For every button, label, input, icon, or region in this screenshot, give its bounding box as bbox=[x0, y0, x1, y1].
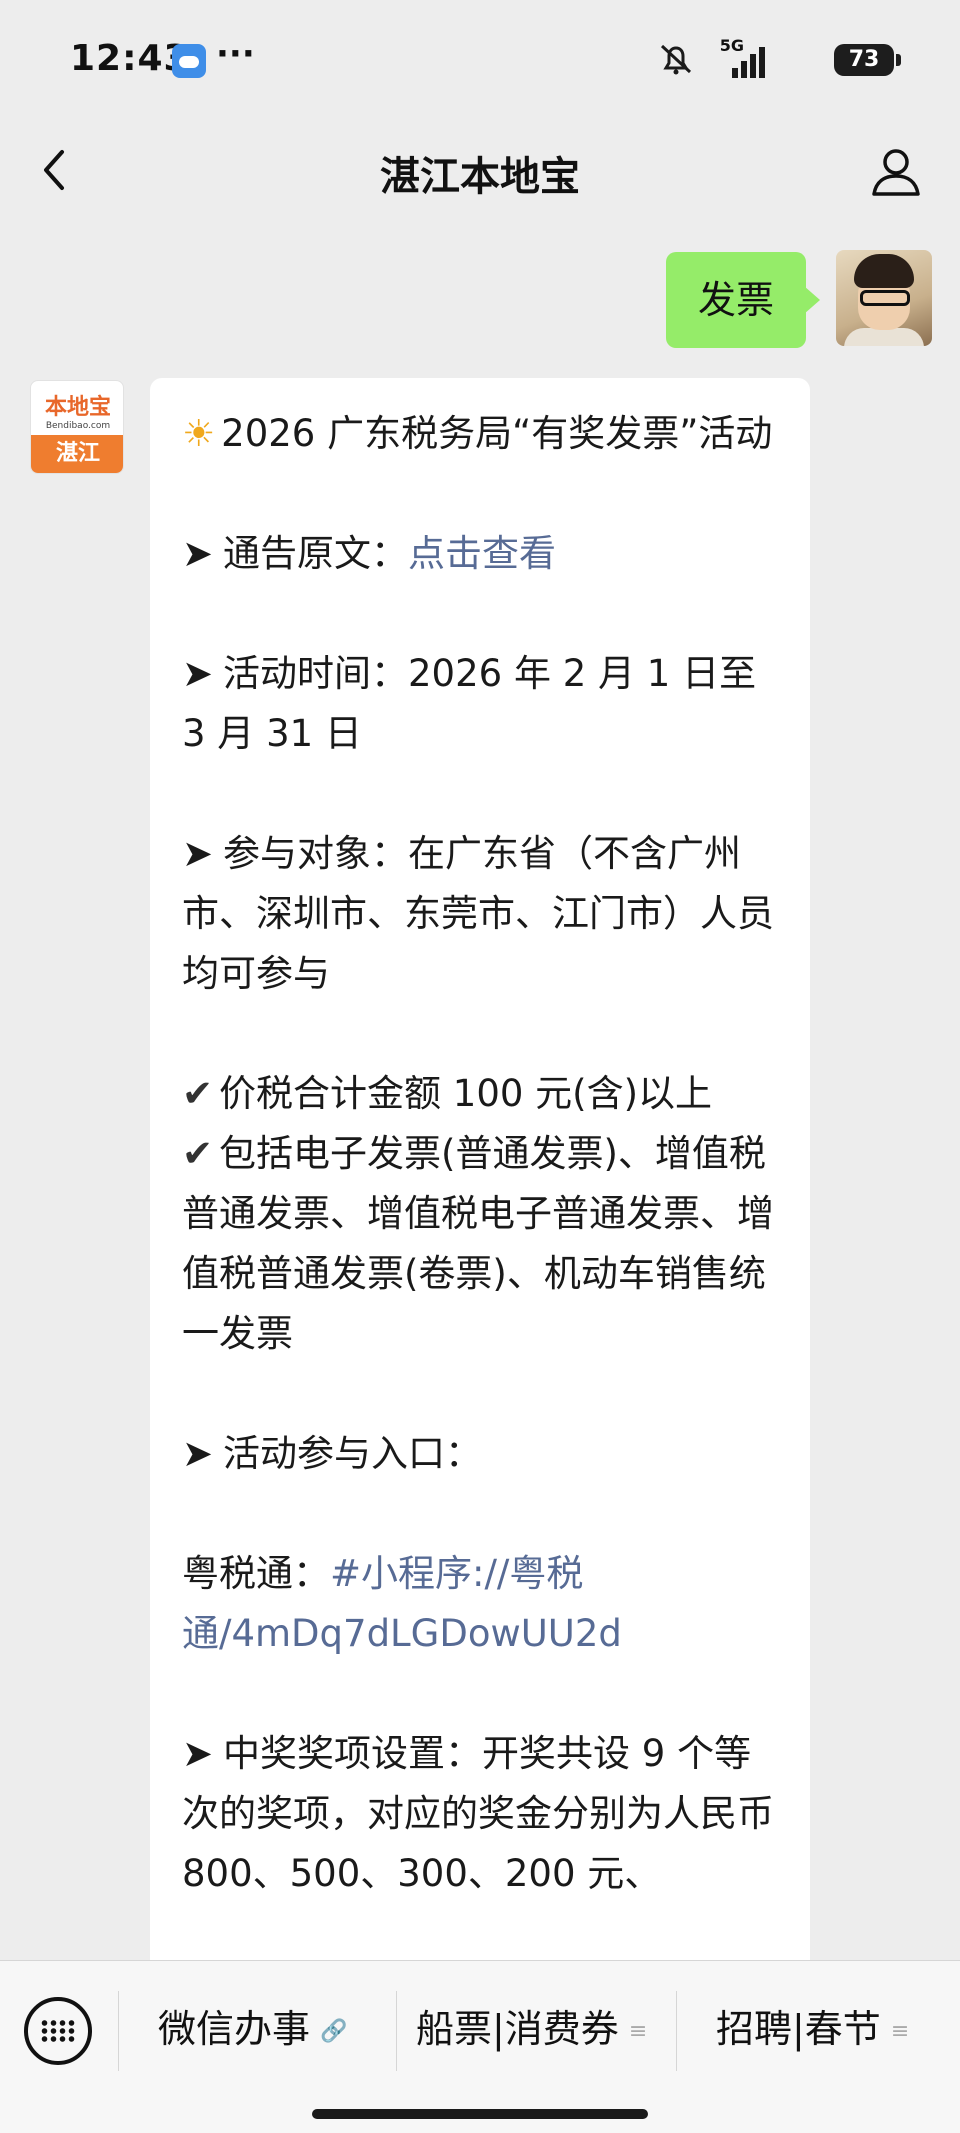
official-account-profile-icon[interactable] bbox=[866, 142, 926, 202]
menu-divider bbox=[118, 1991, 119, 2071]
sun-icon: ☀ bbox=[182, 412, 216, 455]
yueshui-line: 粤税通：#小程序://粤税通/4mDq7dLGDowUU2d bbox=[182, 1544, 780, 1664]
menu-item-wechat-services[interactable]: 微信办事 🔗 bbox=[158, 1999, 347, 2059]
menu-item-label: 船票|消费券 bbox=[416, 2007, 619, 2051]
arrow-bullet-icon: ➤ bbox=[182, 832, 214, 875]
menu-item-jobs-spring-festival[interactable]: 招聘|春节 ≡ bbox=[716, 1999, 909, 2059]
chat-header: 湛江本地宝 bbox=[0, 120, 960, 224]
user-message-row: 发票 bbox=[632, 250, 932, 350]
arrow-bullet-icon: ➤ bbox=[182, 532, 214, 575]
notice-link[interactable]: 点击查看 bbox=[408, 532, 556, 575]
home-indicator[interactable] bbox=[312, 2109, 648, 2119]
message-title: 2026 广东税务局“有奖发票”活动 bbox=[221, 412, 773, 455]
more-notifications-icon: ··· bbox=[216, 34, 255, 74]
weather-icon bbox=[172, 44, 206, 78]
status-icons: 5G 73 bbox=[654, 38, 901, 82]
arrow-bullet-icon: ➤ bbox=[182, 652, 214, 695]
entry-label: 活动参与入口： bbox=[223, 1432, 483, 1475]
menu-item-label: 微信办事 bbox=[158, 2007, 311, 2051]
menu-item-ferry-coupons[interactable]: 船票|消费券 ≡ bbox=[416, 1999, 647, 2059]
activity-time-line: ➤ 活动时间：2026 年 2 月 1 日至 3 月 31 日 bbox=[182, 644, 780, 764]
prize-line: ➤ 中奖奖项设置：开奖共设 9 个等次的奖项，对应的奖金分别为人民币 800、50… bbox=[182, 1724, 780, 1904]
check-icon: ✔ bbox=[182, 1132, 214, 1175]
user-avatar[interactable] bbox=[836, 250, 932, 346]
arrow-bullet-icon: ➤ bbox=[182, 1432, 214, 1475]
official-account-avatar[interactable]: 本地宝 Bendibao.com 湛江 bbox=[30, 380, 124, 474]
menu-divider bbox=[676, 1991, 677, 2071]
condition-line-1: ✔ 价税合计金额 100 元(含)以上 bbox=[182, 1064, 780, 1124]
notice-label: 通告原文： bbox=[223, 532, 409, 575]
message-title-line: ☀ 2026 广东税务局“有奖发票”活动 bbox=[182, 404, 780, 464]
keyboard-toggle-icon[interactable] bbox=[24, 1997, 92, 2065]
battery-indicator: 73 bbox=[834, 44, 901, 76]
activity-time-text: 活动时间：2026 年 2 月 1 日至 3 月 31 日 bbox=[182, 652, 757, 755]
target-line: ➤ 参与对象：在广东省（不含广州市、深圳市、东莞市、江门市）人员均可参与 bbox=[182, 824, 780, 1004]
entry-line: ➤ 活动参与入口： bbox=[182, 1424, 780, 1484]
mute-bell-icon bbox=[660, 44, 692, 75]
target-text: 参与对象：在广东省（不含广州市、深圳市、东莞市、江门市）人员均可参与 bbox=[182, 832, 774, 995]
link-icon: 🔗 bbox=[320, 2018, 348, 2044]
submenu-icon: ≡ bbox=[890, 2018, 910, 2044]
status-bar: 12:43 ··· 5G 73 bbox=[0, 0, 960, 120]
condition-text-2: 包括电子发票(普通发票)、增值税普通发票、增值税电子普通发票、增值税普通发票(卷… bbox=[182, 1132, 774, 1355]
notice-line: ➤ 通告原文：点击查看 bbox=[182, 524, 780, 584]
bot-message-bubble: ☀ 2026 广东税务局“有奖发票”活动 ➤ 通告原文：点击查看 ➤ 活动时间：202… bbox=[150, 378, 810, 1978]
menu-item-label: 招聘|春节 bbox=[716, 2007, 881, 2051]
avatar-logo-subtext: Bendibao.com bbox=[45, 421, 111, 431]
condition-text-1: 价税合计金额 100 元(含)以上 bbox=[219, 1072, 713, 1115]
submenu-icon: ≡ bbox=[628, 2018, 648, 2044]
user-message-bubble[interactable]: 发票 bbox=[666, 252, 820, 348]
arrow-bullet-icon: ➤ bbox=[182, 1732, 214, 1775]
bottom-menu-bar: 微信办事 🔗 船票|消费券 ≡ 招聘|春节 ≡ bbox=[0, 1960, 960, 2133]
signal-icon bbox=[732, 47, 765, 78]
condition-line-2: ✔ 包括电子发票(普通发票)、增值税普通发票、增值税电子普通发票、增值税普通发票(… bbox=[182, 1124, 780, 1364]
avatar-city-label: 湛江 bbox=[31, 435, 123, 473]
check-icon: ✔ bbox=[182, 1072, 214, 1115]
avatar-logo-text: 本地宝 bbox=[44, 395, 111, 420]
prize-text: 中奖奖项设置：开奖共设 9 个等次的奖项，对应的奖金分别为人民币 800、500… bbox=[182, 1732, 774, 1895]
yueshui-label: 粤税通： bbox=[182, 1552, 330, 1595]
chat-title: 湛江本地宝 bbox=[380, 154, 580, 200]
menu-divider bbox=[396, 1991, 397, 2071]
